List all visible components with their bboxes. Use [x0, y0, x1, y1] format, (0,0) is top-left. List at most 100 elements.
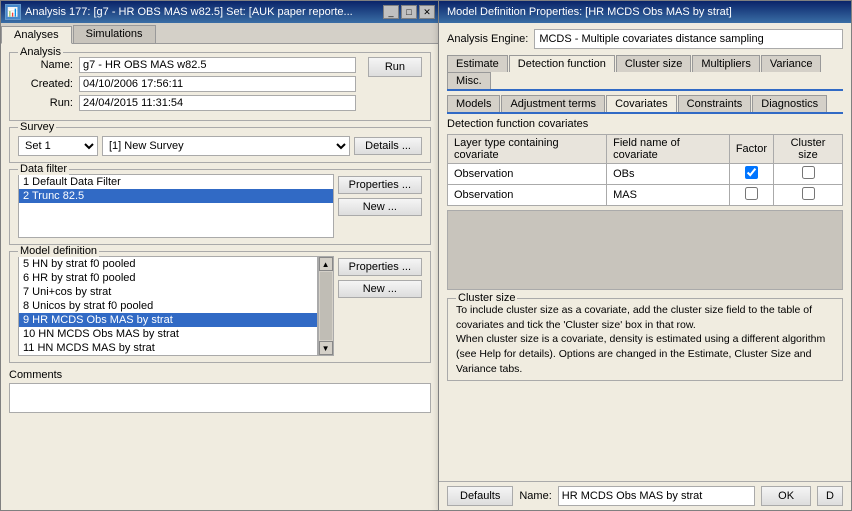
modal-tab-covariates[interactable]: Covariates — [606, 95, 677, 112]
cov-row-1-cluster-checkbox[interactable] — [802, 166, 815, 179]
col-header-field: Field name of covariate — [607, 135, 730, 164]
filter-new-button[interactable]: New ... — [338, 198, 422, 216]
ok-button[interactable]: OK — [761, 486, 811, 506]
engine-label: Analysis Engine: — [447, 33, 528, 45]
survey-set-select[interactable]: Set 1 — [18, 136, 98, 156]
model-item-6[interactable]: 6 HR by strat f0 pooled — [19, 271, 317, 285]
cluster-size-label: Cluster size — [456, 292, 517, 304]
model-definition-label: Model definition — [18, 245, 99, 257]
cov-row-1-factor-checkbox[interactable] — [745, 166, 758, 179]
model-new-button[interactable]: New ... — [338, 280, 422, 298]
detection-covariates-section: Detection function covariates Layer type… — [447, 118, 843, 290]
model-item-5[interactable]: 5 HN by strat f0 pooled — [19, 257, 317, 271]
covariates-table: Layer type containing covariate Field na… — [447, 134, 843, 206]
minimize-button[interactable]: _ — [383, 5, 399, 19]
cov-row-2-cluster-cell — [774, 185, 843, 206]
model-list-container: 5 HN by strat f0 pooled 6 HR by strat f0… — [18, 256, 334, 356]
cov-row-2: Observation MAS — [448, 185, 843, 206]
main-title-text: Analysis 177: [g7 - HR OBS MAS w82.5] Se… — [25, 6, 379, 18]
modal-tab-variance[interactable]: Variance — [761, 55, 822, 72]
model-definition-list[interactable]: 5 HN by strat f0 pooled 6 HR by strat f0… — [18, 256, 318, 356]
close-button[interactable]: ✕ — [419, 5, 435, 19]
created-label: Created: — [18, 78, 73, 90]
cov-row-1: Observation OBs — [448, 164, 843, 185]
scroll-down-button[interactable]: ▼ — [319, 341, 333, 355]
detection-covariates-title: Detection function covariates — [447, 118, 843, 130]
comments-box[interactable] — [9, 383, 431, 413]
modal-tab-row-1: Estimate Detection function Cluster size… — [447, 55, 843, 91]
details-button[interactable]: Details ... — [354, 137, 422, 155]
modal-tab-adjustment[interactable]: Adjustment terms — [501, 95, 605, 112]
name-label-footer: Name: — [519, 490, 551, 502]
filter-item-2[interactable]: 2 Trunc 82.5 — [19, 189, 333, 203]
data-filter-group: Data filter 1 Default Data Filter 2 Trun… — [9, 169, 431, 245]
main-window-icon: 📊 — [5, 4, 21, 20]
modal-content: Analysis Engine: MCDS - Multiple covaria… — [439, 23, 851, 387]
modal-tab-models[interactable]: Models — [447, 95, 500, 112]
cancel-button[interactable]: D — [817, 486, 843, 506]
modal-tab-estimate[interactable]: Estimate — [447, 55, 508, 72]
col-header-layer: Layer type containing covariate — [448, 135, 607, 164]
run-button[interactable]: Run — [368, 57, 422, 77]
run-label: Run: — [18, 97, 73, 109]
cov-row-2-factor-checkbox[interactable] — [745, 187, 758, 200]
analysis-group: Analysis Name: Created: 04/10/2006 17:56… — [9, 52, 431, 121]
engine-row: Analysis Engine: MCDS - Multiple covaria… — [447, 29, 843, 49]
filter-properties-button[interactable]: Properties ... — [338, 176, 422, 194]
modal-tab-multipliers[interactable]: Multipliers — [692, 55, 760, 72]
modal-title-text: Model Definition Properties: [HR MCDS Ob… — [447, 6, 732, 18]
modal-footer: Defaults Name: OK D — [439, 481, 851, 510]
created-value: 04/10/2006 17:56:11 — [79, 76, 356, 92]
defaults-button[interactable]: Defaults — [447, 486, 513, 506]
scroll-up-button[interactable]: ▲ — [319, 257, 333, 271]
cov-row-2-factor-cell — [729, 185, 773, 206]
main-tab-bar: Analyses Simulations — [1, 23, 439, 44]
name-input[interactable] — [79, 57, 356, 73]
main-window: 📊 Analysis 177: [g7 - HR OBS MAS w82.5] … — [0, 0, 440, 511]
cluster-size-box: Cluster size To include cluster size as … — [447, 298, 843, 381]
main-content-area: Analysis Name: Created: 04/10/2006 17:56… — [1, 44, 439, 421]
analysis-group-label: Analysis — [18, 46, 63, 58]
modal-tab-diagnostics[interactable]: Diagnostics — [752, 95, 827, 112]
tab-analyses[interactable]: Analyses — [1, 26, 72, 44]
modal-name-input[interactable] — [558, 486, 755, 506]
scroll-thumb[interactable] — [320, 272, 332, 340]
model-properties-button[interactable]: Properties ... — [338, 258, 422, 276]
cov-row-1-factor-cell — [729, 164, 773, 185]
run-row: Run: 24/04/2015 11:31:54 — [18, 95, 356, 111]
data-filter-label: Data filter — [18, 163, 69, 175]
cov-row-1-field: OBs — [607, 164, 730, 185]
maximize-button[interactable]: □ — [401, 5, 417, 19]
data-filter-list[interactable]: 1 Default Data Filter 2 Trunc 82.5 — [18, 174, 334, 238]
model-item-8[interactable]: 8 Unicos by strat f0 pooled — [19, 299, 317, 313]
survey-name-select[interactable]: [1] New Survey — [102, 136, 350, 156]
cov-row-2-layer: Observation — [448, 185, 607, 206]
engine-value: MCDS - Multiple covariates distance samp… — [534, 29, 843, 49]
modal-tab-detection[interactable]: Detection function — [509, 55, 615, 72]
tab-simulations[interactable]: Simulations — [73, 25, 156, 43]
cov-row-2-cluster-checkbox[interactable] — [802, 187, 815, 200]
model-item-9[interactable]: 9 HR MCDS Obs MAS by strat — [19, 313, 317, 327]
model-item-7[interactable]: 7 Uni+cos by strat — [19, 285, 317, 299]
name-label: Name: — [18, 59, 73, 71]
model-item-10[interactable]: 10 HN MCDS Obs MAS by strat — [19, 327, 317, 341]
col-header-cluster: Cluster size — [774, 135, 843, 164]
filter-item-1[interactable]: 1 Default Data Filter — [19, 175, 333, 189]
model-item-11[interactable]: 11 HN MCDS MAS by strat — [19, 341, 317, 355]
main-title-bar: 📊 Analysis 177: [g7 - HR OBS MAS w82.5] … — [1, 1, 439, 23]
name-row: Name: — [18, 57, 356, 73]
cov-row-2-field: MAS — [607, 185, 730, 206]
model-buttons: Properties ... New ... — [338, 256, 422, 356]
model-definition-group: Model definition 5 HN by strat f0 pooled… — [9, 251, 431, 363]
modal-tab-row-2: Models Adjustment terms Covariates Const… — [447, 95, 843, 114]
model-list-scrollbar[interactable]: ▲ ▼ — [318, 256, 334, 356]
comments-label: Comments — [9, 369, 431, 381]
empty-gray-area — [447, 210, 843, 290]
filter-buttons: Properties ... New ... — [338, 174, 422, 238]
run-value: 24/04/2015 11:31:54 — [79, 95, 356, 111]
modal-tab-constraints[interactable]: Constraints — [678, 95, 752, 112]
survey-group-label: Survey — [18, 121, 56, 133]
modal-tab-cluster-size[interactable]: Cluster size — [616, 55, 691, 72]
comments-section: Comments — [9, 369, 431, 413]
modal-tab-misc[interactable]: Misc. — [447, 72, 491, 89]
